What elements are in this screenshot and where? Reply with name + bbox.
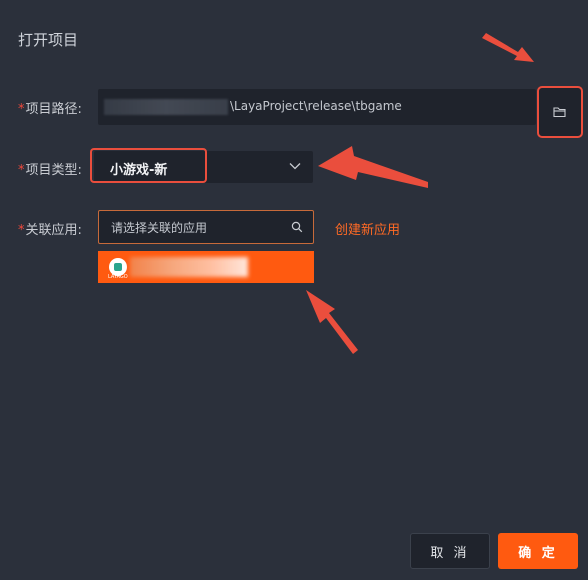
type-label: *项目类型: — [18, 159, 82, 178]
redacted-app-name — [130, 257, 248, 277]
dialog-title: 打开项目 — [18, 31, 79, 49]
browse-folder-button[interactable] — [537, 86, 583, 138]
cancel-button[interactable]: 取 消 — [410, 533, 490, 569]
project-path-input[interactable]: \LayaProject\release\tbgame — [98, 89, 536, 125]
chevron-down-icon — [289, 163, 301, 170]
path-label-text: 项目路径: — [25, 102, 82, 117]
path-label: *项目路径: — [18, 98, 82, 117]
redacted-path-segment — [104, 99, 228, 115]
project-type-value: 小游戏-新 — [110, 163, 168, 178]
app-dropdown-option[interactable]: LAYAGO — [98, 251, 314, 283]
required-mark: * — [18, 102, 25, 117]
folder-open-icon — [553, 107, 566, 118]
project-path-value: \LayaProject\release\tbgame — [230, 99, 402, 113]
type-label-text: 项目类型: — [25, 163, 82, 178]
arrow-to-type-select — [318, 146, 428, 188]
confirm-button[interactable]: 确 定 — [498, 533, 578, 569]
app-label-text: 关联应用: — [25, 223, 82, 238]
arrow-to-folder-button — [482, 33, 534, 62]
app-label: *关联应用: — [18, 219, 82, 238]
project-type-select[interactable]: 小游戏-新 — [94, 151, 313, 183]
app-search-input[interactable] — [109, 218, 283, 238]
required-mark: * — [18, 163, 25, 178]
required-mark: * — [18, 223, 25, 238]
app-search-field[interactable] — [98, 210, 314, 244]
search-icon — [291, 221, 303, 233]
app-logo-text: LAYAGO — [108, 274, 128, 280]
create-app-link[interactable]: 创建新应用 — [335, 219, 400, 238]
annotation-arrows — [306, 33, 534, 354]
arrow-to-dropdown-option — [306, 290, 358, 354]
